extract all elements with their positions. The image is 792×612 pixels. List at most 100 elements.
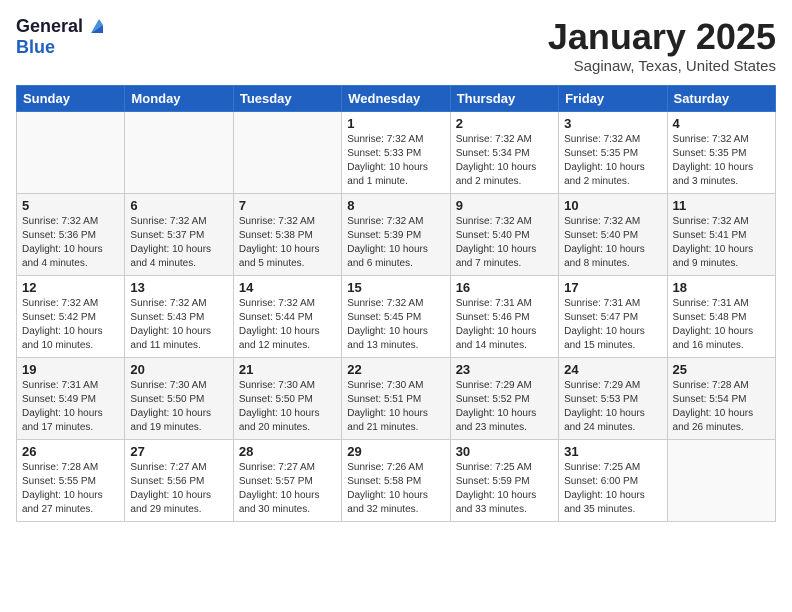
day-number: 24 [564, 362, 661, 377]
logo-icon [85, 15, 107, 37]
cell-content: Sunrise: 7:25 AM Sunset: 6:00 PM Dayligh… [564, 461, 661, 517]
cell-content: Sunrise: 7:27 AM Sunset: 5:57 PM Dayligh… [239, 461, 336, 517]
cell-content: Sunrise: 7:32 AM Sunset: 5:37 PM Dayligh… [130, 215, 227, 271]
calendar-cell [233, 112, 341, 194]
day-number: 1 [347, 116, 444, 131]
day-number: 11 [673, 198, 770, 213]
day-number: 20 [130, 362, 227, 377]
day-number: 4 [673, 116, 770, 131]
cell-content: Sunrise: 7:32 AM Sunset: 5:44 PM Dayligh… [239, 297, 336, 353]
day-number: 28 [239, 444, 336, 459]
title-section: January 2025 Saginaw, Texas, United Stat… [548, 16, 776, 75]
calendar-cell: 11 Sunrise: 7:32 AM Sunset: 5:41 PM Dayli… [667, 194, 775, 276]
calendar-cell: 27 Sunrise: 7:27 AM Sunset: 5:56 PM Dayli… [125, 440, 233, 522]
day-number: 30 [456, 444, 553, 459]
cell-content: Sunrise: 7:28 AM Sunset: 5:55 PM Dayligh… [22, 461, 119, 517]
day-number: 19 [22, 362, 119, 377]
day-number: 8 [347, 198, 444, 213]
cell-content: Sunrise: 7:29 AM Sunset: 5:53 PM Dayligh… [564, 379, 661, 435]
calendar-cell: 6 Sunrise: 7:32 AM Sunset: 5:37 PM Daylig… [125, 194, 233, 276]
cell-content: Sunrise: 7:25 AM Sunset: 5:59 PM Dayligh… [456, 461, 553, 517]
calendar-cell: 31 Sunrise: 7:25 AM Sunset: 6:00 PM Dayli… [559, 440, 667, 522]
cell-content: Sunrise: 7:27 AM Sunset: 5:56 PM Dayligh… [130, 461, 227, 517]
cell-content: Sunrise: 7:31 AM Sunset: 5:47 PM Dayligh… [564, 297, 661, 353]
cell-content: Sunrise: 7:32 AM Sunset: 5:38 PM Dayligh… [239, 215, 336, 271]
calendar-cell: 4 Sunrise: 7:32 AM Sunset: 5:35 PM Daylig… [667, 112, 775, 194]
day-number: 13 [130, 280, 227, 295]
calendar-cell: 28 Sunrise: 7:27 AM Sunset: 5:57 PM Dayli… [233, 440, 341, 522]
calendar-cell: 5 Sunrise: 7:32 AM Sunset: 5:36 PM Daylig… [17, 194, 125, 276]
cell-content: Sunrise: 7:30 AM Sunset: 5:51 PM Dayligh… [347, 379, 444, 435]
calendar-cell: 25Sunrise: 7:28 AM Sunset: 5:54 PM Dayli… [667, 358, 775, 440]
day-number: 15 [347, 280, 444, 295]
cell-content: Sunrise: 7:30 AM Sunset: 5:50 PM Dayligh… [239, 379, 336, 435]
cell-content: Sunrise: 7:32 AM Sunset: 5:33 PM Dayligh… [347, 133, 444, 189]
calendar-week-row: 26 Sunrise: 7:28 AM Sunset: 5:55 PM Dayli… [17, 440, 776, 522]
month-title: January 2025 [548, 16, 776, 58]
cell-content: Sunrise: 7:31 AM Sunset: 5:46 PM Dayligh… [456, 297, 553, 353]
calendar-cell: 16Sunrise: 7:31 AM Sunset: 5:46 PM Dayli… [450, 276, 558, 358]
header-friday: Friday [559, 86, 667, 112]
cell-content: Sunrise: 7:30 AM Sunset: 5:50 PM Dayligh… [130, 379, 227, 435]
day-number: 23 [456, 362, 553, 377]
calendar-cell: 1 Sunrise: 7:32 AM Sunset: 5:33 PM Daylig… [342, 112, 450, 194]
location-text: Saginaw, Texas, United States [548, 58, 776, 75]
cell-content: Sunrise: 7:32 AM Sunset: 5:40 PM Dayligh… [456, 215, 553, 271]
header-monday: Monday [125, 86, 233, 112]
cell-content: Sunrise: 7:29 AM Sunset: 5:52 PM Dayligh… [456, 379, 553, 435]
day-number: 22 [347, 362, 444, 377]
header-saturday: Saturday [667, 86, 775, 112]
calendar-cell: 23 Sunrise: 7:29 AM Sunset: 5:52 PM Dayli… [450, 358, 558, 440]
calendar-week-row: 12Sunrise: 7:32 AM Sunset: 5:42 PM Dayli… [17, 276, 776, 358]
day-number: 9 [456, 198, 553, 213]
day-number: 17 [564, 280, 661, 295]
cell-content: Sunrise: 7:31 AM Sunset: 5:48 PM Dayligh… [673, 297, 770, 353]
calendar-cell: 3Sunrise: 7:32 AM Sunset: 5:35 PM Daylig… [559, 112, 667, 194]
calendar-cell: 22 Sunrise: 7:30 AM Sunset: 5:51 PM Dayli… [342, 358, 450, 440]
calendar-cell: 18Sunrise: 7:31 AM Sunset: 5:48 PM Dayli… [667, 276, 775, 358]
cell-content: Sunrise: 7:32 AM Sunset: 5:34 PM Dayligh… [456, 133, 553, 189]
logo-blue-text: Blue [16, 37, 55, 57]
calendar-cell: 19 Sunrise: 7:31 AM Sunset: 5:49 PM Dayli… [17, 358, 125, 440]
calendar-cell: 10Sunrise: 7:32 AM Sunset: 5:40 PM Dayli… [559, 194, 667, 276]
calendar-cell: 20 Sunrise: 7:30 AM Sunset: 5:50 PM Dayli… [125, 358, 233, 440]
cell-content: Sunrise: 7:31 AM Sunset: 5:49 PM Dayligh… [22, 379, 119, 435]
cell-content: Sunrise: 7:32 AM Sunset: 5:39 PM Dayligh… [347, 215, 444, 271]
calendar-cell: 8 Sunrise: 7:32 AM Sunset: 5:39 PM Daylig… [342, 194, 450, 276]
cell-content: Sunrise: 7:32 AM Sunset: 5:41 PM Dayligh… [673, 215, 770, 271]
day-number: 25 [673, 362, 770, 377]
day-number: 29 [347, 444, 444, 459]
day-number: 10 [564, 198, 661, 213]
calendar-cell: 17 Sunrise: 7:31 AM Sunset: 5:47 PM Dayli… [559, 276, 667, 358]
day-number: 6 [130, 198, 227, 213]
header-thursday: Thursday [450, 86, 558, 112]
calendar-cell: 24 Sunrise: 7:29 AM Sunset: 5:53 PM Dayli… [559, 358, 667, 440]
cell-content: Sunrise: 7:32 AM Sunset: 5:36 PM Dayligh… [22, 215, 119, 271]
cell-content: Sunrise: 7:26 AM Sunset: 5:58 PM Dayligh… [347, 461, 444, 517]
calendar-cell: 12Sunrise: 7:32 AM Sunset: 5:42 PM Dayli… [17, 276, 125, 358]
header-sunday: Sunday [17, 86, 125, 112]
day-number: 26 [22, 444, 119, 459]
calendar-cell: 21Sunrise: 7:30 AM Sunset: 5:50 PM Dayli… [233, 358, 341, 440]
page-header: General Blue January 2025 Saginaw, Texas… [16, 16, 776, 75]
calendar-week-row: 19 Sunrise: 7:31 AM Sunset: 5:49 PM Dayli… [17, 358, 776, 440]
day-number: 5 [22, 198, 119, 213]
calendar-header-row: SundayMondayTuesdayWednesdayThursdayFrid… [17, 86, 776, 112]
calendar-cell [667, 440, 775, 522]
calendar-cell [125, 112, 233, 194]
calendar-cell: 29 Sunrise: 7:26 AM Sunset: 5:58 PM Dayli… [342, 440, 450, 522]
header-wednesday: Wednesday [342, 86, 450, 112]
cell-content: Sunrise: 7:32 AM Sunset: 5:43 PM Dayligh… [130, 297, 227, 353]
day-number: 7 [239, 198, 336, 213]
day-number: 14 [239, 280, 336, 295]
calendar-cell: 14 Sunrise: 7:32 AM Sunset: 5:44 PM Dayli… [233, 276, 341, 358]
logo-general-text: General [16, 16, 83, 37]
calendar-cell: 26 Sunrise: 7:28 AM Sunset: 5:55 PM Dayli… [17, 440, 125, 522]
day-number: 3 [564, 116, 661, 131]
calendar-cell: 15Sunrise: 7:32 AM Sunset: 5:45 PM Dayli… [342, 276, 450, 358]
day-number: 27 [130, 444, 227, 459]
calendar-cell: 13 Sunrise: 7:32 AM Sunset: 5:43 PM Dayli… [125, 276, 233, 358]
day-number: 31 [564, 444, 661, 459]
day-number: 2 [456, 116, 553, 131]
cell-content: Sunrise: 7:32 AM Sunset: 5:35 PM Dayligh… [673, 133, 770, 189]
